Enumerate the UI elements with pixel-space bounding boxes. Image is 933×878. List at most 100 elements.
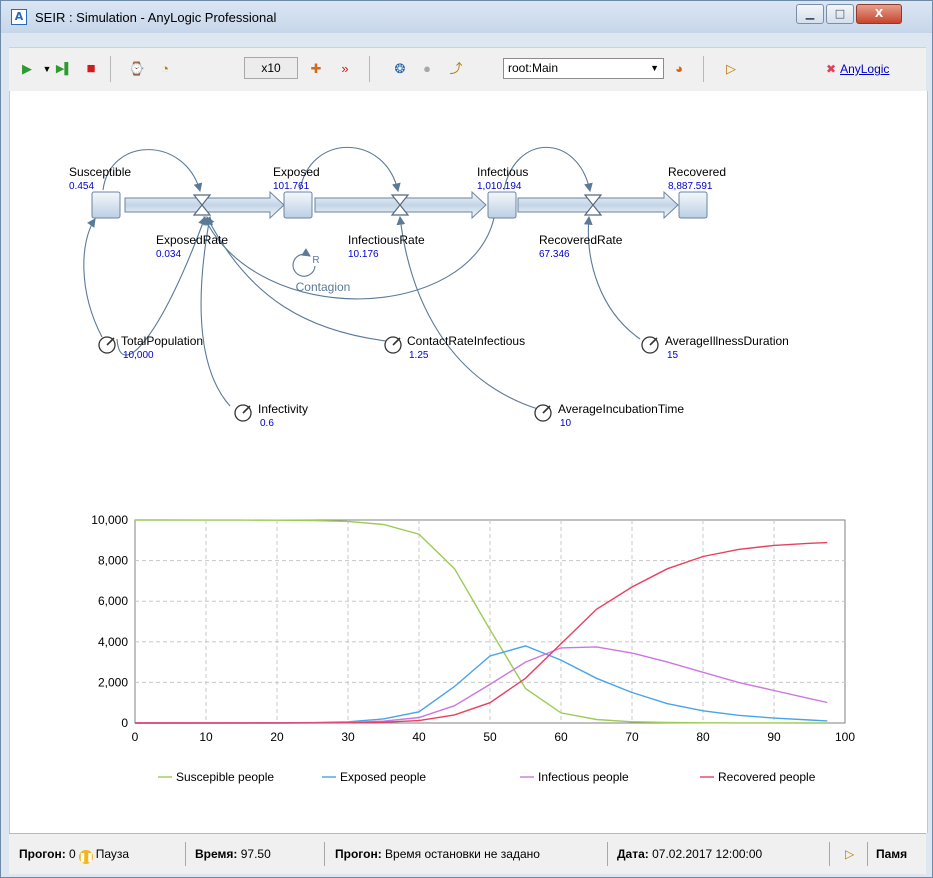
x-tick-label: 40 xyxy=(412,730,426,744)
flow-label: InfectiousRate xyxy=(348,233,425,247)
x-tick-label: 0 xyxy=(132,730,139,744)
experiment-select[interactable]: root:Main ▼ xyxy=(503,58,664,79)
parameter-value: 15 xyxy=(667,350,679,361)
status-bar: Прогон: 0 ❚❚ Пауза Время: 97.50 Прогон: Вр… xyxy=(9,833,926,874)
date-status: Дата: 07.02.2017 12:00:00 xyxy=(617,847,762,861)
memory-label: Памя xyxy=(876,847,908,861)
x-tick-label: 80 xyxy=(696,730,710,744)
y-tick-label: 0 xyxy=(121,716,128,730)
toolbar: ▶ ▼ ▶▌ ■ ⌚ ◔ x10 ✚ » ❂ ● ⤴ root:Main ▼ ◕… xyxy=(9,47,926,92)
legend-label: Suscepible people xyxy=(176,770,274,784)
title-bar: A SEIR : Simulation - AnyLogic Professio… xyxy=(1,1,932,33)
model-icon[interactable]: ● xyxy=(417,59,437,79)
run-icon[interactable]: ▶ xyxy=(17,59,37,79)
speed-up-icon[interactable]: ✚ xyxy=(306,59,326,79)
stock-value: 101.761 xyxy=(273,181,310,192)
console-status-icon[interactable]: ▷ xyxy=(845,847,854,861)
flow-value: 67.346 xyxy=(539,249,570,260)
parameter-label: AverageIllnessDuration xyxy=(665,334,789,348)
navigate-to-view-icon[interactable]: ◕ xyxy=(669,59,689,79)
date-value: 07.02.2017 12:00:00 xyxy=(652,847,763,861)
x-tick-label: 60 xyxy=(554,730,568,744)
stock-value: 0.454 xyxy=(69,181,94,192)
speed-field[interactable]: x10 xyxy=(244,57,298,79)
navigate-icon[interactable]: ❂ xyxy=(390,59,410,79)
y-tick-label: 6,000 xyxy=(98,594,128,608)
stock-recovered[interactable] xyxy=(678,191,708,219)
x-tick-label: 30 xyxy=(341,730,355,744)
fast-forward-icon[interactable]: » xyxy=(335,59,355,79)
navigate-up-icon[interactable]: ⤴ xyxy=(446,59,466,79)
stock-susceptible[interactable] xyxy=(91,191,121,219)
flow-label: RecoveredRate xyxy=(539,233,623,247)
anylogic-link[interactable]: AnyLogic xyxy=(840,62,889,76)
x-tick-label: 20 xyxy=(270,730,284,744)
memory-status: Памя xyxy=(876,847,907,861)
stop-value: Время остановки не задано xyxy=(385,847,540,861)
parameter-value: 0.6 xyxy=(260,418,274,429)
stock-label: Infectious xyxy=(477,165,528,179)
loop-label: Contagion xyxy=(296,280,351,294)
toolbar-separator xyxy=(369,56,370,82)
real-time-mode-icon[interactable]: ⌚ xyxy=(127,59,147,79)
anylogic-app-icon: A xyxy=(11,9,27,25)
legend-label: Exposed people xyxy=(340,770,426,784)
parameter-label: Infectivity xyxy=(258,402,308,416)
time-value: 97.50 xyxy=(240,847,271,861)
time-status: Время: 97.50 xyxy=(195,847,271,861)
legend-label: Infectious people xyxy=(538,770,629,784)
flow-value: 10.176 xyxy=(348,249,379,260)
step-icon[interactable]: ▶▌ xyxy=(54,59,74,79)
status-separator xyxy=(867,842,868,866)
y-tick-label: 10,000 xyxy=(91,513,128,527)
legend-label: Recovered people xyxy=(718,770,816,784)
stock-value: 8,887.591 xyxy=(668,181,713,192)
experiment-select-value: root:Main xyxy=(508,61,559,75)
dependency-links xyxy=(83,146,641,410)
minimize-button[interactable]: ▁ xyxy=(796,4,824,24)
parameter-value: 1.25 xyxy=(409,350,429,361)
run-label: Прогон: xyxy=(19,847,66,861)
y-tick-label: 8,000 xyxy=(98,554,128,568)
x-tick-label: 100 xyxy=(835,730,855,744)
parameter-label: ContactRateInfectious xyxy=(407,334,525,348)
toolbar-separator xyxy=(703,56,704,82)
console-icon[interactable]: ▷ xyxy=(721,59,741,79)
close-button[interactable]: X xyxy=(856,4,902,24)
x-tick-label: 70 xyxy=(625,730,639,744)
anylogic-brand[interactable]: ✖ AnyLogic xyxy=(826,59,889,79)
virtual-time-mode-icon[interactable]: ◔ xyxy=(155,59,175,79)
maximize-button[interactable]: □ xyxy=(826,4,854,24)
stock-label: Recovered xyxy=(668,165,726,179)
status-separator xyxy=(185,842,186,866)
x-tick-label: 10 xyxy=(199,730,213,744)
anylogic-logo-icon: ✖ xyxy=(826,62,837,76)
run-state: Пауза xyxy=(95,847,130,861)
pause-icon: ❚❚ xyxy=(78,850,94,864)
stop-label: Прогон: xyxy=(335,847,382,861)
parameter-value: 10 xyxy=(560,418,572,429)
status-separator xyxy=(607,842,608,866)
status-separator xyxy=(324,842,325,866)
flow-value: 0.034 xyxy=(156,249,181,260)
parameter-label: TotalPopulation xyxy=(121,334,203,348)
window-title: SEIR : Simulation - AnyLogic Professiona… xyxy=(35,10,277,25)
app-window: A SEIR : Simulation - AnyLogic Professio… xyxy=(0,0,933,878)
stock-label: Susceptible xyxy=(69,165,131,179)
flow-label: ExposedRate xyxy=(156,233,228,247)
y-tick-label: 4,000 xyxy=(98,635,128,649)
stock-exposed[interactable] xyxy=(283,191,313,219)
loop-symbol: R xyxy=(312,255,319,266)
time-label: Время: xyxy=(195,847,238,861)
parameter-label: AverageIncubationTime xyxy=(558,402,684,416)
toolbar-separator xyxy=(110,56,111,82)
stop-status: Прогон: Время остановки не задано xyxy=(335,847,540,861)
stock-value: 1,010.194 xyxy=(477,181,522,192)
x-tick-label: 50 xyxy=(483,730,497,744)
status-separator xyxy=(829,842,830,866)
model-canvas: Susceptible Exposed Infectious Recovered… xyxy=(9,91,928,833)
parameter-value: 10,000 xyxy=(123,350,154,361)
stop-icon[interactable]: ■ xyxy=(81,59,101,79)
run-status: Прогон: 0 ❚❚ Пауза xyxy=(19,847,129,864)
stock-infectious[interactable] xyxy=(487,191,517,219)
